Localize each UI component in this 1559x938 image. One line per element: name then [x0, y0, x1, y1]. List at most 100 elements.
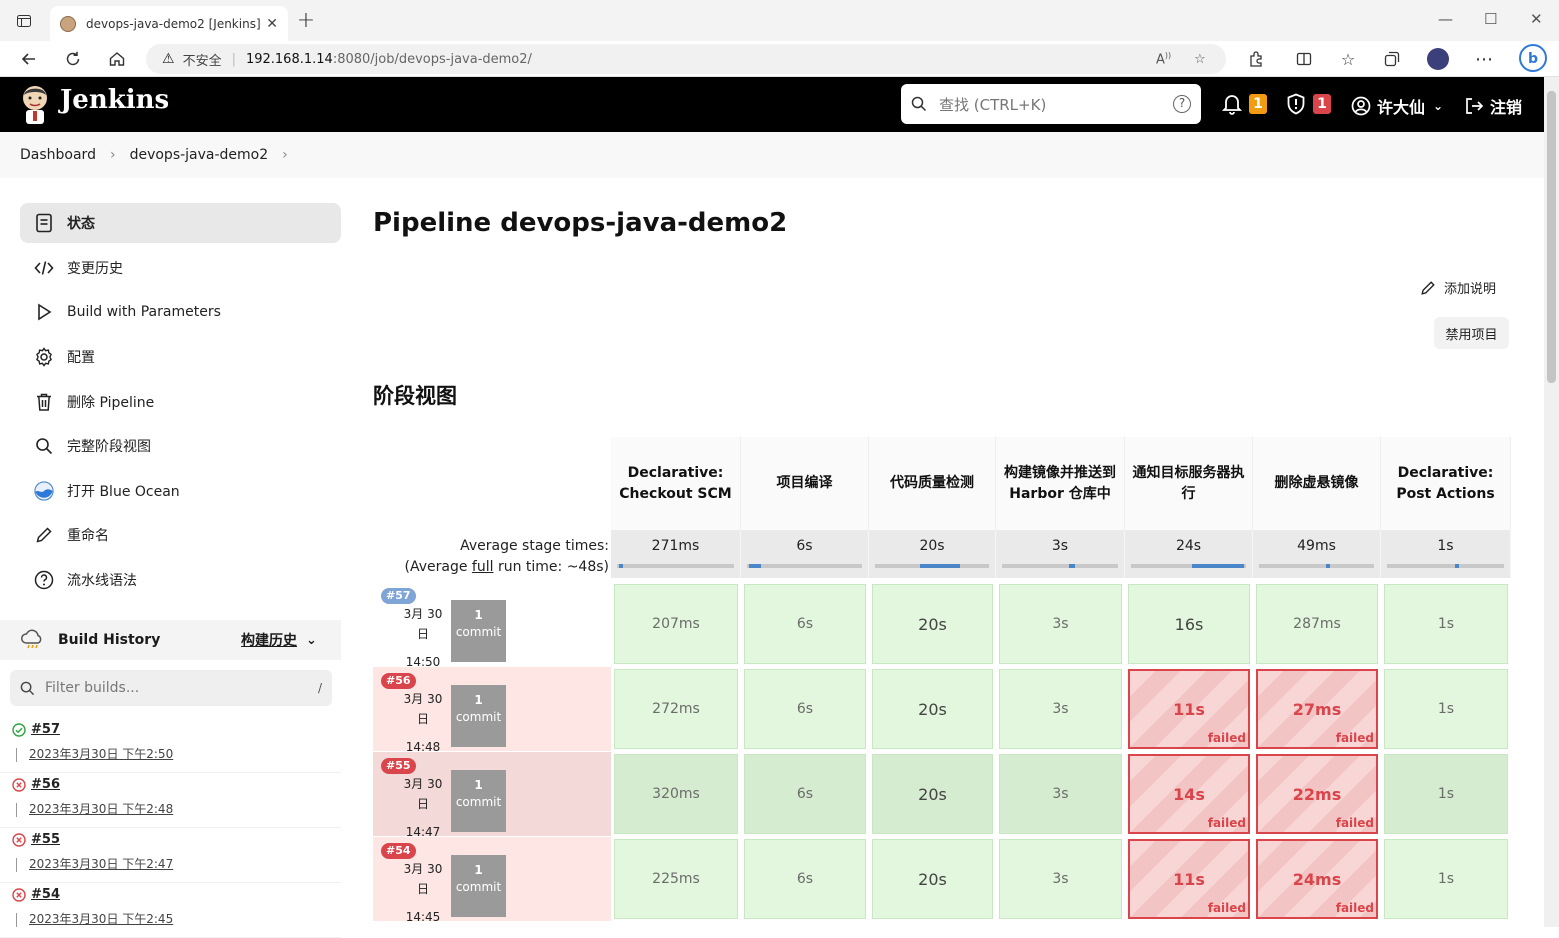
url-field[interactable]: ⚠ 不安全 | 192.168.1.14 :8080/job/devops-ja… [146, 44, 1226, 74]
split-screen-icon[interactable] [1292, 47, 1316, 71]
build-number-link[interactable]: #54 [31, 887, 60, 902]
add-description-link[interactable]: 添加说明 [1420, 278, 1496, 297]
stage-cell-failed[interactable]: 22ms failed [1256, 754, 1378, 834]
stage-cell-success[interactable]: 225ms [614, 839, 738, 919]
stage-cell-success[interactable]: 1s [1384, 754, 1508, 834]
stage-cell-success[interactable]: 3s [999, 839, 1122, 919]
close-tab-icon[interactable]: ✕ [266, 16, 278, 32]
commit-count-box[interactable]: 1 commit [451, 770, 506, 832]
build-trend-link[interactable]: 构建历史 [241, 630, 297, 650]
jenkins-brand[interactable]: Jenkins [60, 85, 169, 115]
stage-cell-failed[interactable]: 14s failed [1128, 754, 1250, 834]
stage-cell-failed[interactable]: 11s failed [1128, 669, 1250, 749]
disable-project-button[interactable]: 禁用项目 [1434, 317, 1509, 349]
run-number-badge[interactable]: #54 [381, 843, 416, 859]
more-options-icon[interactable]: ⋯ [1472, 47, 1496, 71]
stage-cell-success[interactable]: 20s [872, 839, 993, 919]
stage-cell-success[interactable]: 287ms [1256, 584, 1378, 664]
commit-count-box[interactable]: 1 commit [451, 855, 506, 917]
scrollbar-thumb[interactable] [1547, 91, 1556, 383]
stage-cell-success[interactable]: 3s [999, 584, 1122, 664]
stage-cell-success[interactable]: 272ms [614, 669, 738, 749]
build-number-link[interactable]: #56 [31, 777, 60, 792]
run-number-badge[interactable]: #57 [381, 588, 416, 604]
page-scrollbar[interactable] [1544, 77, 1559, 927]
new-tab-icon[interactable]: + [294, 8, 318, 33]
stage-cell-success[interactable]: 16s [1128, 584, 1250, 664]
build-date-link[interactable]: 2023年3月30日 下午2:47 [29, 855, 173, 872]
sidebar-item-build-with-parameters[interactable]: Build with Parameters [20, 292, 341, 332]
stage-cell-success[interactable]: 20s [872, 754, 993, 834]
full-run-link[interactable]: full [472, 559, 494, 575]
stage-cell-success[interactable]: 1s [1384, 584, 1508, 664]
refresh-icon[interactable] [61, 47, 85, 71]
search-input[interactable]: 查找 (CTRL+K) ? [901, 84, 1201, 124]
sidebar-item-changes[interactable]: 变更历史 [20, 248, 341, 288]
build-number-link[interactable]: #57 [31, 722, 60, 737]
stage-cell-success[interactable]: 1s [1384, 839, 1508, 919]
stage-cell-success[interactable]: 320ms [614, 754, 738, 834]
build-history-row[interactable]: #56 2023年3月30日 下午2:48 [0, 773, 341, 828]
stage-cell-success[interactable]: 6s [744, 754, 866, 834]
sidebar-item-blue-ocean[interactable]: 打开 Blue Ocean [20, 471, 341, 511]
build-history-row[interactable]: #57 2023年3月30日 下午2:50 [0, 718, 341, 773]
commit-count-box[interactable]: 1 commit [451, 600, 506, 662]
stage-cell-success[interactable]: 1s [1384, 669, 1508, 749]
security-warnings-button[interactable]: 1 [1286, 93, 1331, 115]
build-history-row[interactable]: #54 2023年3月30日 下午2:45 [0, 883, 341, 938]
build-date-link[interactable]: 2023年3月30日 下午2:50 [29, 745, 173, 762]
stage-cell-success[interactable]: 6s [744, 584, 866, 664]
stage-cell-success[interactable]: 3s [999, 754, 1122, 834]
build-date-link[interactable]: 2023年3月30日 下午2:48 [29, 800, 173, 817]
sidebar-item-status[interactable]: 状态 [20, 203, 341, 243]
stage-cell-success[interactable]: 6s [744, 669, 866, 749]
read-aloud-icon[interactable]: A)) [1156, 51, 1171, 67]
collections-icon[interactable] [1380, 47, 1404, 71]
stage-cell-failed[interactable]: 11s failed [1128, 839, 1250, 919]
notifications-button[interactable]: 1 [1222, 93, 1267, 115]
tab-actions-icon[interactable] [12, 9, 36, 33]
build-date-link[interactable]: 2023年3月30日 下午2:45 [29, 910, 173, 927]
chevron-down-icon[interactable]: ⌄ [306, 633, 317, 648]
sidebar-item-rename[interactable]: 重命名 [20, 515, 341, 555]
profile-avatar[interactable] [1426, 47, 1450, 71]
run-number-badge[interactable]: #56 [381, 673, 416, 689]
sidebar-item-full-stage-view[interactable]: 完整阶段视图 [20, 426, 341, 466]
sidebar-item-delete-pipeline[interactable]: 删除 Pipeline [20, 382, 341, 422]
breadcrumb-job[interactable]: devops-java-demo2 [130, 147, 269, 163]
pipeline-run-row[interactable]: #54 3月 30 日 14:45 1 commit [373, 837, 611, 924]
back-icon[interactable] [17, 47, 41, 71]
stage-cell-failed[interactable]: 27ms failed [1256, 669, 1378, 749]
pipeline-run-row[interactable]: #55 3月 30 日 14:47 1 commit [373, 752, 611, 839]
stage-cell-success[interactable]: 6s [744, 839, 866, 919]
favorite-add-icon[interactable]: ☆ [1194, 52, 1206, 67]
stage-cell-success[interactable]: 3s [999, 669, 1122, 749]
stage-cell-failed[interactable]: 24ms failed [1256, 839, 1378, 919]
stage-cell-success[interactable]: 20s [872, 669, 993, 749]
stage-cell-success[interactable]: 20s [872, 584, 993, 664]
home-icon[interactable] [105, 47, 129, 71]
filter-builds-input[interactable]: Filter builds... / [10, 670, 332, 706]
browser-tab[interactable]: devops-java-demo2 [Jenkins] ✕ [50, 6, 288, 41]
stage-progress-bar [875, 564, 989, 568]
search-help-icon[interactable]: ? [1173, 95, 1191, 113]
user-menu[interactable]: 许大仙 ⌄ [1351, 94, 1443, 118]
extensions-icon[interactable] [1244, 47, 1268, 71]
sidebar-item-pipeline-syntax[interactable]: 流水线语法 [20, 560, 341, 600]
maximize-icon[interactable]: ☐ [1484, 10, 1497, 28]
commit-count-box[interactable]: 1 commit [451, 685, 506, 747]
minimize-icon[interactable]: — [1438, 10, 1453, 28]
build-history-row[interactable]: #55 2023年3月30日 下午2:47 [0, 828, 341, 883]
favorites-icon[interactable]: ☆ [1336, 47, 1360, 71]
pipeline-run-row[interactable]: #56 3月 30 日 14:48 1 commit [373, 667, 611, 754]
bing-chat-icon[interactable]: b [1518, 43, 1548, 73]
stage-cell-success[interactable]: 207ms [614, 584, 738, 664]
build-number-link[interactable]: #55 [31, 832, 60, 847]
sidebar-item-configure[interactable]: 配置 [20, 337, 341, 377]
run-number-badge[interactable]: #55 [381, 758, 416, 774]
pipeline-run-row[interactable]: #57 3月 30 日 14:50 1 commit [373, 582, 611, 669]
jenkins-logo-icon[interactable] [18, 83, 52, 125]
logout-button[interactable]: 注销 [1464, 94, 1522, 118]
breadcrumb-dashboard[interactable]: Dashboard [20, 147, 96, 163]
close-window-icon[interactable]: ✕ [1530, 10, 1543, 28]
